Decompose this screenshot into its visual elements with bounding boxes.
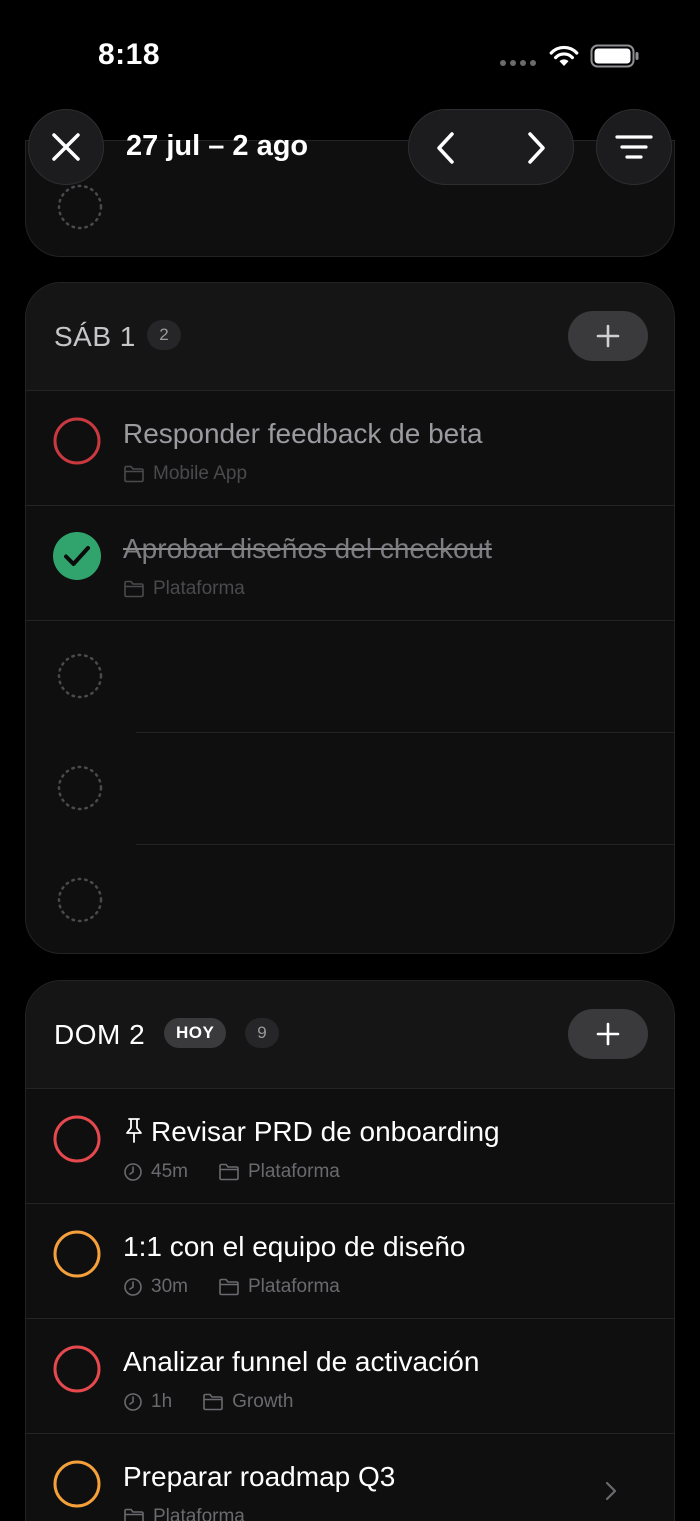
date-range-title: 27 jul – 2 ago <box>126 130 309 162</box>
folder-icon <box>124 1508 144 1521</box>
close-icon <box>52 133 80 161</box>
chevron-right-icon <box>605 1481 617 1501</box>
day-header: SÁB 1 2 <box>26 283 674 391</box>
chevron-left-icon <box>437 132 454 164</box>
clock-icon <box>124 1393 142 1411</box>
previous-day-card <box>25 140 675 257</box>
task-project: Plataforma <box>247 1276 340 1297</box>
task-row[interactable]: Revisar PRD de onboarding 45m Plataforma <box>26 1089 674 1204</box>
task-meta: 30m Plataforma <box>123 1276 340 1298</box>
folder-icon <box>124 465 144 483</box>
folder-icon <box>203 1393 223 1411</box>
empty-slot-icon <box>57 765 103 811</box>
previous-week-button[interactable] <box>411 110 481 186</box>
task-meta: 1h Growth <box>123 1391 293 1413</box>
close-button[interactable] <box>28 109 104 185</box>
task-title: 1:1 con el equipo de diseño <box>123 1231 466 1262</box>
task-title: Responder feedback de beta <box>123 418 483 449</box>
day-card-sunday: DOM 2 HOY 9 Revisar PRD de onboarding 45… <box>25 980 675 1521</box>
task-row[interactable]: Aprobar diseños del checkout Plataforma <box>26 506 674 621</box>
task-project: Plataforma <box>247 1161 340 1182</box>
task-title-row: Revisar PRD de onboarding <box>123 1116 500 1148</box>
task-duration: 30m <box>151 1276 188 1297</box>
pin-icon <box>126 1118 142 1143</box>
folder-icon <box>219 1278 239 1296</box>
task-meta: Mobile App <box>123 463 247 485</box>
task-row[interactable]: 1:1 con el equipo de diseño 30m Platafor… <box>26 1204 674 1319</box>
chevron-right-icon <box>528 132 545 164</box>
empty-task-slot[interactable] <box>26 733 674 845</box>
task-title: Analizar funnel de activación <box>123 1346 480 1377</box>
clock-icon <box>124 1163 142 1181</box>
task-row[interactable]: Analizar funnel de activación 1h Growth <box>26 1319 674 1434</box>
filter-menu-button[interactable] <box>596 109 672 185</box>
checkmark-circle-icon[interactable] <box>52 531 102 581</box>
day-card-saturday: SÁB 1 2 Responder feedback de beta Mobil… <box>25 282 675 954</box>
day-header: DOM 2 HOY 9 <box>26 981 674 1089</box>
task-project: Plataforma <box>153 1506 245 1521</box>
task-meta: Plataforma <box>123 578 245 600</box>
empty-slot-icon <box>57 877 103 923</box>
task-count-badge: 2 <box>147 320 181 350</box>
folder-icon <box>219 1163 239 1181</box>
task-duration: 1h <box>151 1391 173 1412</box>
next-week-button[interactable] <box>501 110 571 186</box>
task-project: Plataforma <box>153 578 245 599</box>
task-title: Aprobar diseños del checkout <box>123 533 492 564</box>
status-bar: 8:18 <box>0 0 700 100</box>
plus-icon <box>596 324 620 348</box>
checkbox-circle-icon[interactable] <box>52 1459 102 1509</box>
plus-icon <box>596 1022 620 1046</box>
task-row[interactable]: Preparar roadmap Q3 Plataforma <box>26 1434 674 1521</box>
checkbox-circle-icon[interactable] <box>52 1114 102 1164</box>
battery-icon <box>590 44 639 68</box>
clock-icon <box>124 1278 142 1296</box>
task-duration: 45m <box>151 1161 188 1182</box>
day-title: SÁB 1 <box>54 321 136 352</box>
status-time: 8:18 <box>98 38 161 71</box>
empty-task-slot[interactable] <box>26 621 674 733</box>
checkbox-circle-icon[interactable] <box>52 1344 102 1394</box>
add-task-button[interactable] <box>568 1009 648 1059</box>
day-title: DOM 2 <box>54 1019 146 1050</box>
today-badge: HOY <box>164 1018 227 1048</box>
task-meta: 45m Plataforma <box>123 1161 340 1183</box>
add-task-button[interactable] <box>568 311 648 361</box>
checkbox-circle-icon[interactable] <box>52 416 102 466</box>
checkbox-circle-icon[interactable] <box>52 1229 102 1279</box>
task-title: Preparar roadmap Q3 <box>123 1461 396 1492</box>
task-project: Growth <box>232 1391 294 1412</box>
folder-icon <box>124 580 144 598</box>
wifi-icon <box>549 45 579 66</box>
filter-menu-icon <box>615 135 653 159</box>
task-row[interactable]: Responder feedback de beta Mobile App <box>26 391 674 506</box>
task-meta: Plataforma <box>123 1506 245 1521</box>
empty-slot-icon <box>57 653 103 699</box>
cellular-signal-icon <box>500 60 536 66</box>
empty-slot-icon <box>57 184 103 230</box>
task-title: Revisar PRD de onboarding <box>151 1116 500 1147</box>
task-project: Mobile App <box>153 463 248 484</box>
week-navigation <box>408 109 574 185</box>
task-count-badge: 9 <box>245 1018 279 1048</box>
empty-task-slot[interactable] <box>26 845 674 953</box>
